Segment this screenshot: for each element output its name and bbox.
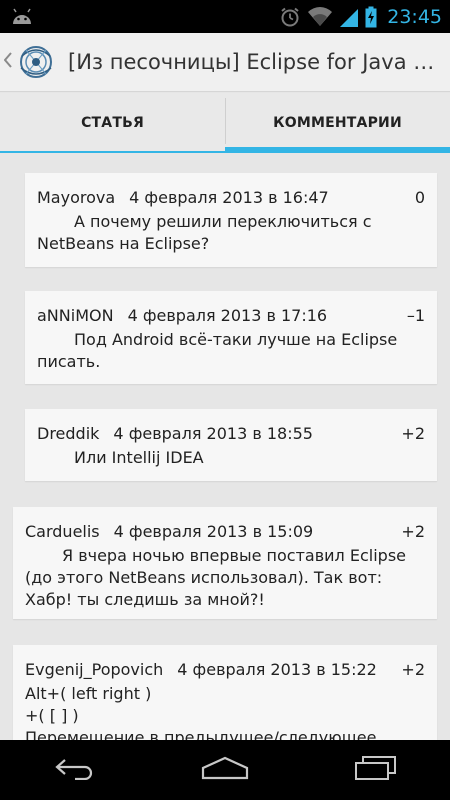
tab-article-label: СТАТЬЯ [81, 115, 144, 131]
recent-apps-icon [353, 755, 397, 785]
comment-author[interactable]: Evgenij_Popovich [25, 659, 163, 681]
comment-card[interactable]: aNNiMON 4 февраля 2013 в 17:16 –1 Под An… [25, 291, 437, 384]
comment-card[interactable]: Carduelis 4 февраля 2013 в 15:09 +2 Я вч… [13, 507, 437, 619]
tab-comments-label: КОММЕНТАРИИ [273, 115, 402, 131]
comment-card[interactable]: Dreddik 4 февраля 2013 в 18:55 +2 Или In… [25, 409, 437, 481]
recent-apps-button[interactable] [330, 740, 420, 800]
alarm-icon [279, 6, 301, 28]
comment-card[interactable]: Mayorova 4 февраля 2013 в 16:47 0 А поче… [25, 173, 437, 267]
tab-comments[interactable]: КОММЕНТАРИИ [225, 93, 450, 153]
tab-article[interactable]: СТАТЬЯ [0, 93, 225, 153]
tab-divider [225, 98, 226, 144]
comment-author[interactable]: aNNiMON [37, 305, 114, 327]
clock: 23:45 [387, 5, 442, 28]
comment-date: 4 февраля 2013 в 17:16 [127, 306, 328, 325]
comment-card[interactable]: Evgenij_Popovich 4 февраля 2013 в 15:22 … [13, 645, 437, 740]
up-caret-icon[interactable] [3, 51, 14, 73]
comment-score: +2 [401, 660, 425, 679]
action-bar: [Из песочницы] Eclipse for Java Develope… [0, 33, 450, 92]
comment-date: 4 февраля 2013 в 15:22 [177, 660, 377, 679]
comment-score: 0 [414, 188, 425, 207]
home-icon [201, 756, 249, 784]
comment-text: Я вчера ночью впервые поставил Eclipse (… [25, 546, 406, 609]
wifi-icon [307, 6, 333, 28]
comment-author[interactable]: Carduelis [25, 521, 100, 543]
back-button[interactable] [30, 740, 120, 800]
comment-author[interactable]: Mayorova [37, 187, 115, 209]
comment-text: Под Android всё-таки лучше на Eclipse пи… [37, 330, 398, 371]
comment-score: –1 [406, 306, 425, 325]
comment-date: 4 февраля 2013 в 18:55 [113, 424, 313, 443]
comments-list[interactable]: Mayorova 4 февраля 2013 в 16:47 0 А поче… [0, 153, 450, 740]
app-logo-icon[interactable] [14, 40, 58, 84]
back-icon [53, 756, 97, 784]
comment-date: 4 февраля 2013 в 16:47 [129, 188, 329, 207]
navigation-bar [0, 740, 450, 800]
comment-date: 4 февраля 2013 в 15:09 [113, 522, 314, 541]
comment-text: Alt+( left right ) +( [ ] ) Перемещение … [25, 684, 377, 740]
comment-text: Или Intellij IDEA [74, 448, 204, 467]
android-icon [10, 6, 34, 26]
home-button[interactable] [180, 740, 270, 800]
signal-icon [339, 6, 359, 28]
action-bar-title: [Из песочницы] Eclipse for Java Develope… [68, 50, 442, 74]
status-bar: 23:45 [0, 0, 450, 33]
battery-charging-icon [365, 6, 377, 28]
comment-author[interactable]: Dreddik [37, 423, 99, 445]
comment-score: +2 [401, 424, 425, 443]
comment-score: +2 [401, 522, 425, 541]
comment-text: А почему решили переключиться с NetBeans… [37, 212, 372, 253]
